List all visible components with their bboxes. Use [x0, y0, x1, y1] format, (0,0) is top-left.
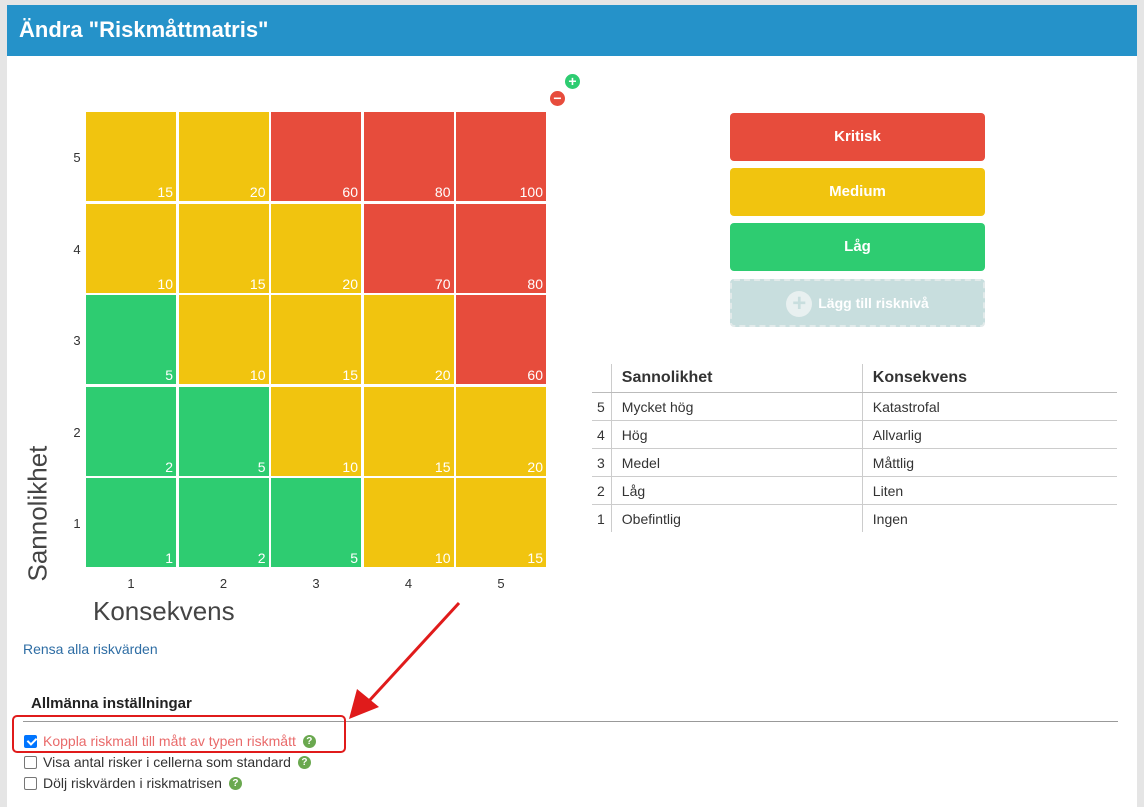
annotation-arrow-icon	[349, 601, 461, 719]
edit-dialog: Ändra "Riskmåttmatris" 15 20 60 80 100 10 15 20…	[7, 5, 1137, 807]
